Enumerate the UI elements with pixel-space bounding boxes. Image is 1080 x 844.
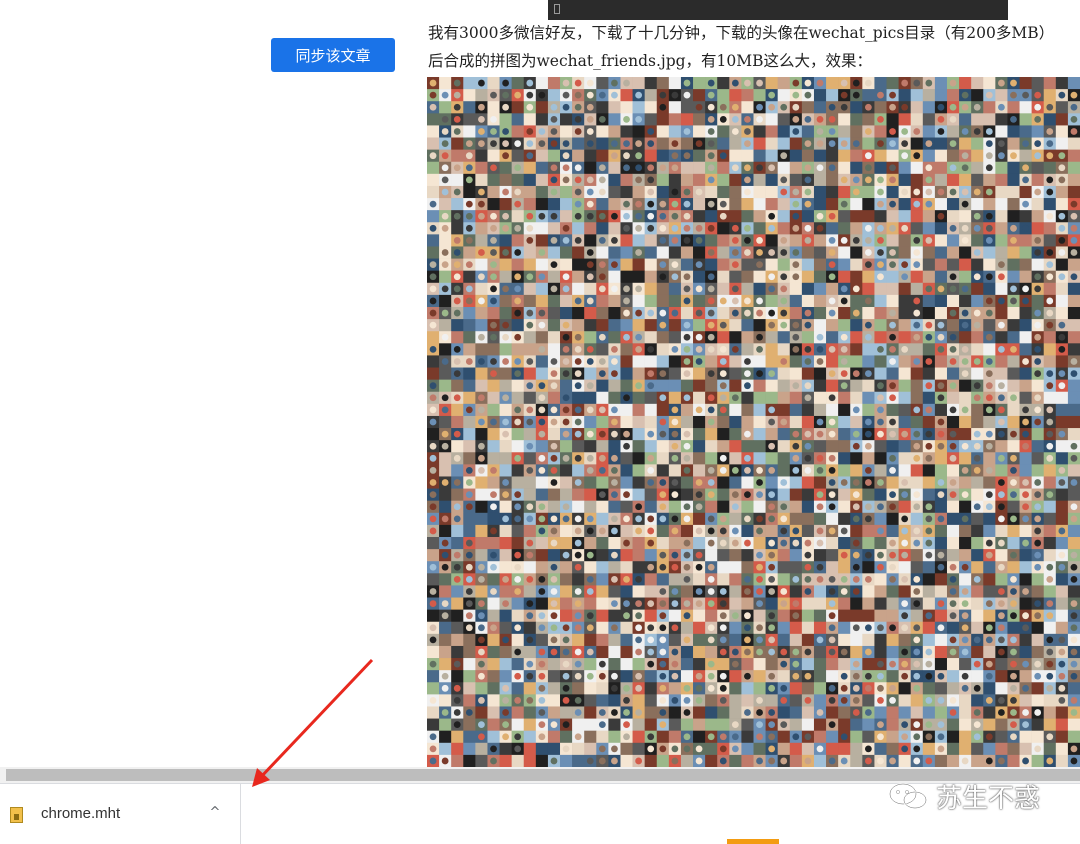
- code-glyph-icon: [554, 4, 560, 14]
- download-filename: chrome.mht: [41, 805, 121, 822]
- watermark-text: 苏生不惑: [936, 783, 1041, 814]
- sync-article-button[interactable]: 同步该文章: [271, 38, 395, 72]
- wechat-logo-icon: [889, 783, 927, 809]
- watermark: 苏生不惑: [888, 776, 1040, 816]
- taskbar-indicator: [727, 839, 779, 844]
- browser-page: 同步该文章 我有3000多微信好友，下载了十几分钟，下载的头像在wechat_p…: [0, 0, 1080, 844]
- chevron-up-icon[interactable]: ^: [205, 802, 225, 822]
- wechat-friends-mosaic-image: [427, 77, 1080, 767]
- code-block: [548, 0, 1008, 20]
- article-paragraph-line1: 我有3000多微信好友，下载了十几分钟，下载的头像在wechat_pics目录（…: [428, 24, 1055, 42]
- arrow-shaft: [258, 658, 374, 780]
- download-item[interactable]: chrome.mht ^: [0, 784, 241, 844]
- file-icon: [10, 807, 23, 823]
- article-paragraph-line2: 后合成的拼图为wechat_friends.jpg，有10MB这么大，效果：: [428, 52, 873, 70]
- mosaic-canvas: [427, 77, 1080, 767]
